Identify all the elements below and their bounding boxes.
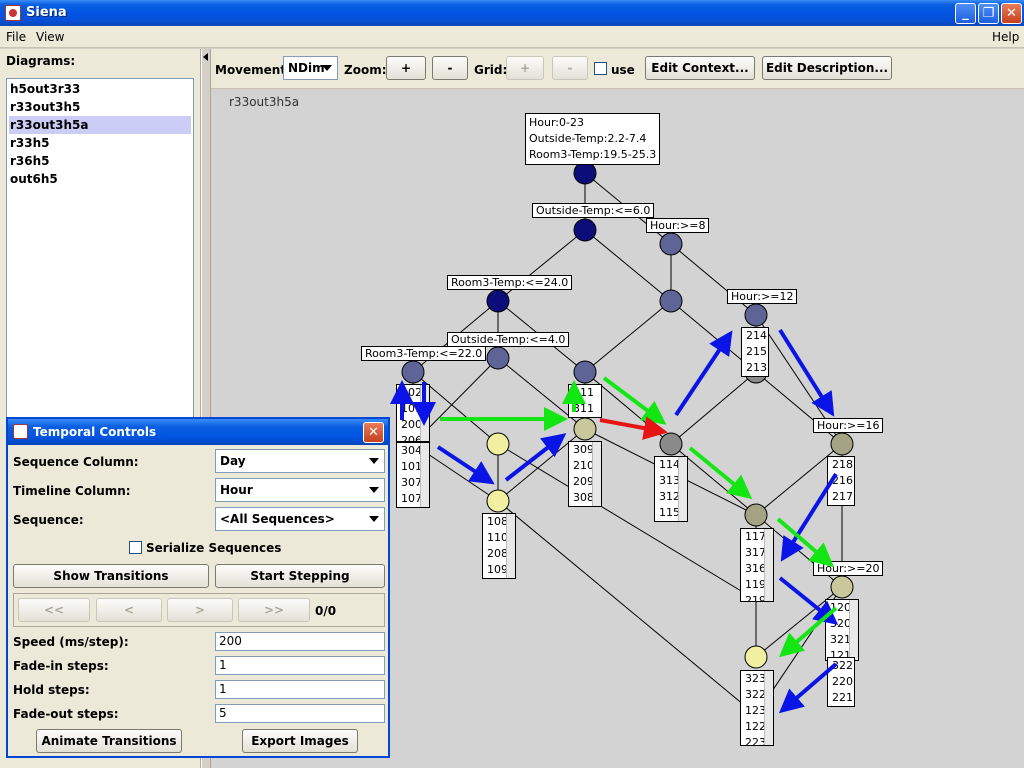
sequence-column-select[interactable]: Day: [215, 449, 385, 473]
fade-out-label: Fade-out steps:: [13, 707, 119, 721]
serialize-label: Serialize Sequences: [146, 541, 282, 555]
export-images-button[interactable]: Export Images: [242, 729, 358, 753]
dialog-title: Temporal Controls: [33, 425, 157, 439]
animate-transitions-button[interactable]: Animate Transitions: [36, 729, 182, 753]
fade-out-field[interactable]: 5: [215, 704, 385, 723]
serialize-checkbox[interactable]: [129, 541, 142, 554]
hold-label: Hold steps:: [13, 683, 90, 697]
step-counter: 0/0: [315, 604, 337, 618]
first-step-button[interactable]: <<: [18, 598, 90, 622]
dialog-title-bar: Temporal Controls ✕: [8, 419, 388, 445]
chevron-down-icon: [369, 487, 379, 493]
timeline-column-label: Timeline Column:: [13, 484, 131, 498]
timeline-column-select[interactable]: Hour: [215, 478, 385, 502]
previous-step-button[interactable]: <: [96, 598, 162, 622]
last-step-button[interactable]: >>: [238, 598, 310, 622]
sequence-value: <All Sequences>: [220, 512, 335, 526]
timeline-column-value: Hour: [220, 483, 253, 497]
sequence-select[interactable]: <All Sequences>: [215, 507, 385, 531]
sequence-label: Sequence:: [13, 513, 84, 527]
temporal-controls-dialog: Temporal Controls ✕ Sequence Column: Day…: [6, 417, 390, 758]
sequence-column-value: Day: [220, 454, 246, 468]
speed-label: Speed (ms/step):: [13, 635, 129, 649]
fade-in-field[interactable]: 1: [215, 656, 385, 675]
speed-field[interactable]: 200: [215, 632, 385, 651]
app-icon: [13, 424, 28, 439]
hold-field[interactable]: 1: [215, 680, 385, 699]
sequence-column-label: Sequence Column:: [13, 455, 139, 469]
show-transitions-button[interactable]: Show Transitions: [13, 564, 209, 588]
chevron-down-icon: [369, 458, 379, 464]
chevron-down-icon: [369, 516, 379, 522]
fade-in-label: Fade-in steps:: [13, 659, 109, 673]
step-navigation: << < > >> 0/0: [13, 593, 385, 627]
dialog-close-button[interactable]: ✕: [363, 422, 384, 443]
start-stepping-button[interactable]: Start Stepping: [215, 564, 385, 588]
next-step-button[interactable]: >: [167, 598, 233, 622]
